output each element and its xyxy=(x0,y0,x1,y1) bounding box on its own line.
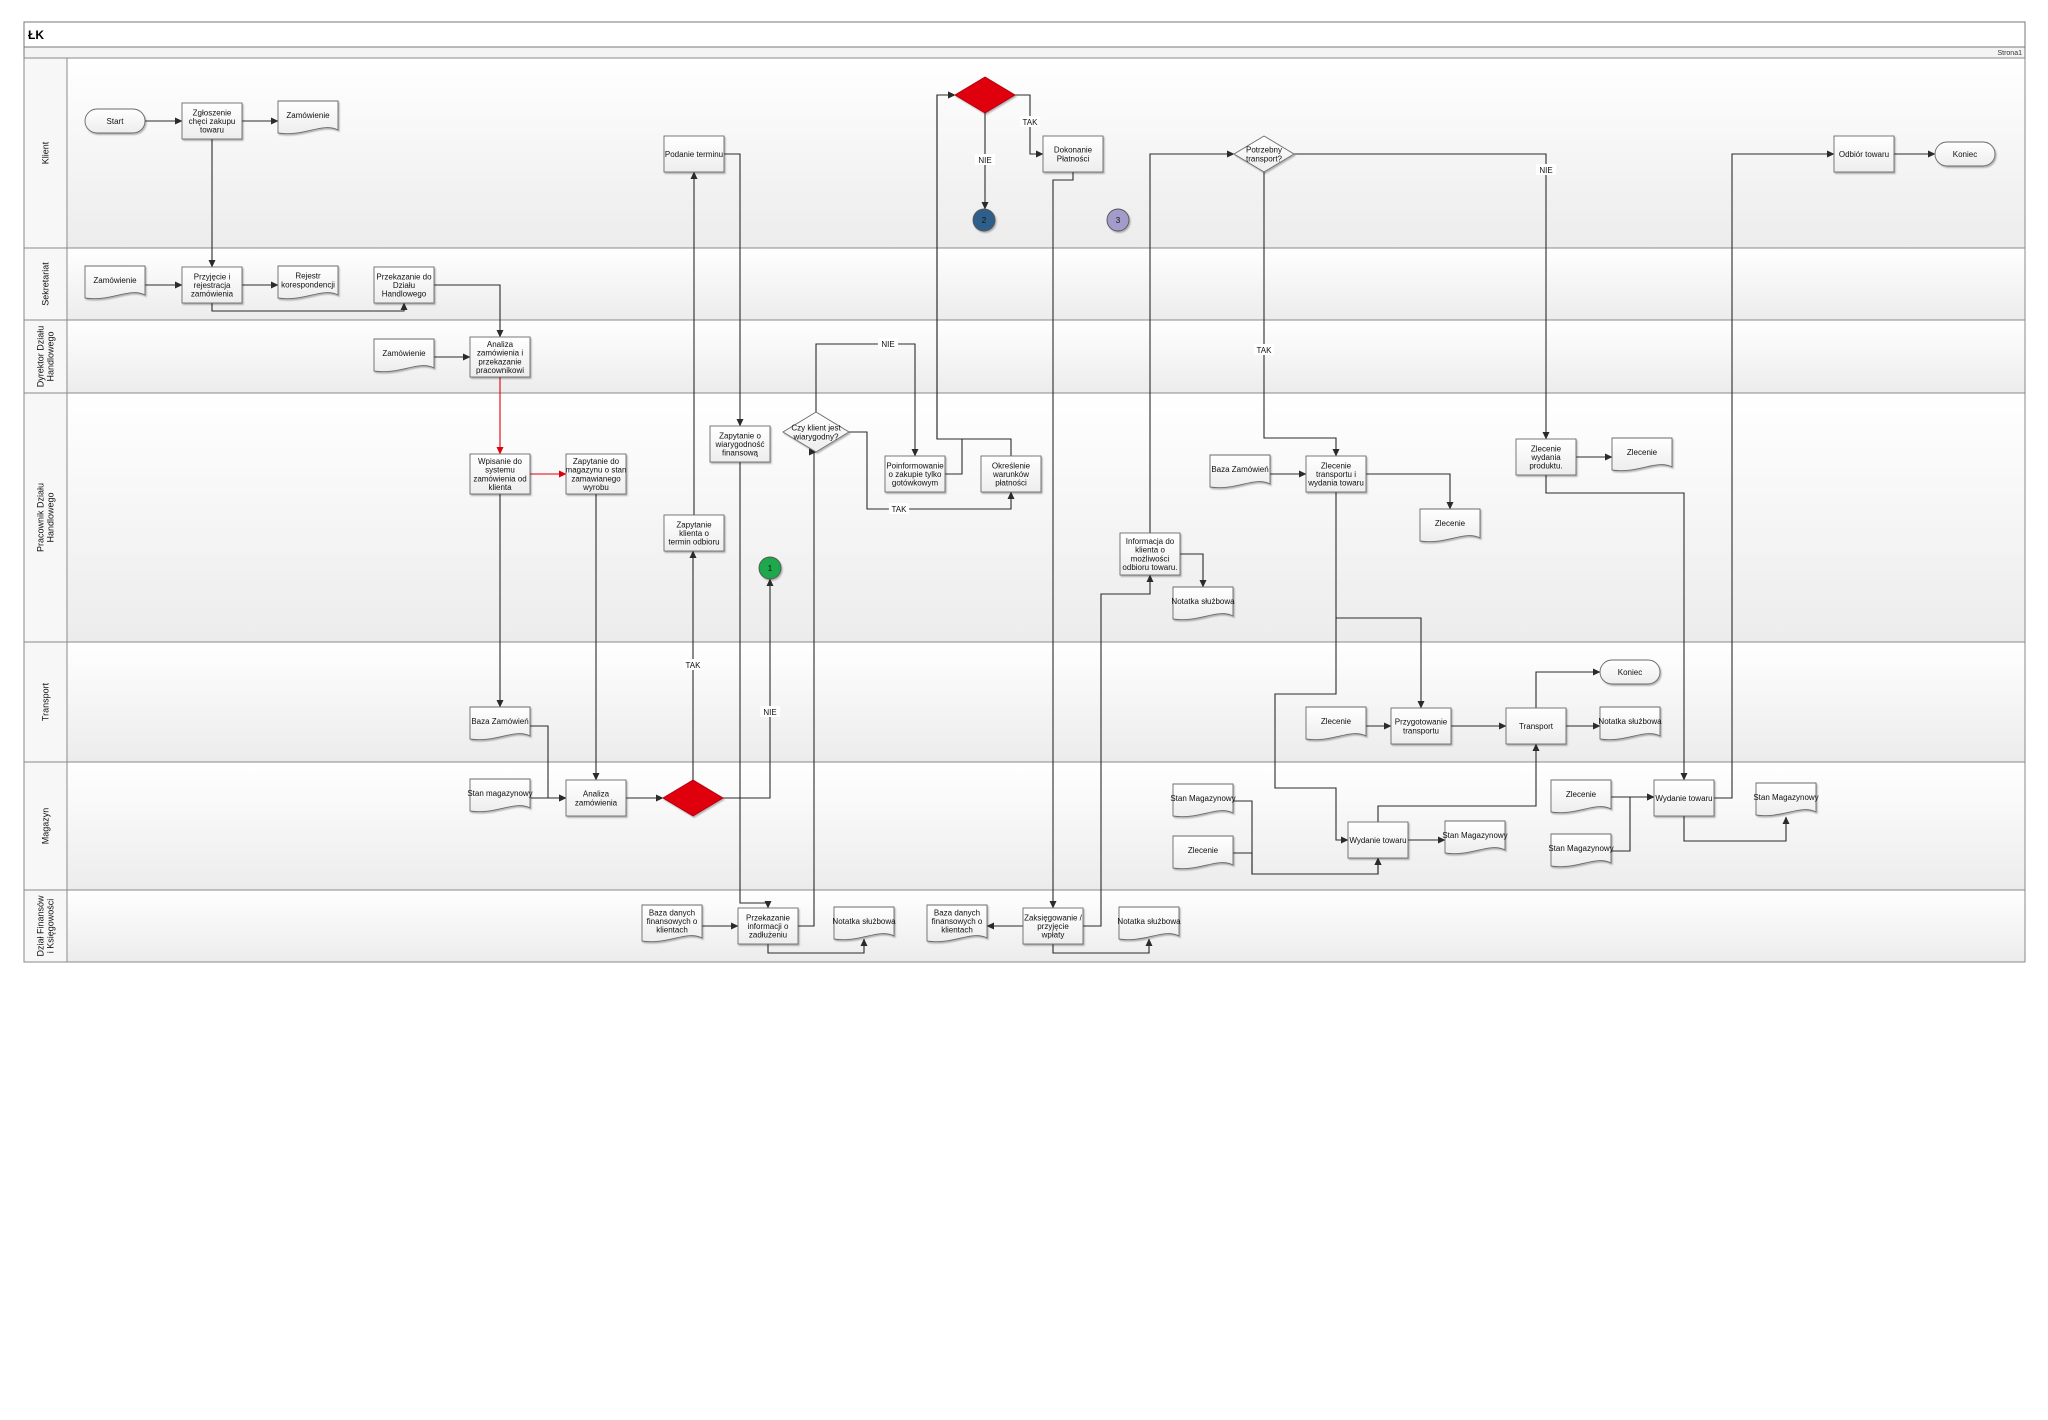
flowchart-canvas: ŁK Strona1 Klient Sekretariat Dyrektor Dzi… xyxy=(23,21,2026,963)
przekazanie-process-box: Przekazanie do Działu Handlowego xyxy=(373,266,435,304)
shape-label: 2 xyxy=(982,216,987,225)
shape-label: Stan magazynowy xyxy=(467,789,532,798)
swimlane-transport: Transport xyxy=(23,641,2026,763)
podanie-process-box: Podanie terminu xyxy=(663,135,725,173)
c3-connector: 3 xyxy=(1106,208,1130,232)
swimlane-label: Transport xyxy=(41,682,51,721)
shape-label: Zlecenie wydania produktu. xyxy=(1529,444,1562,470)
shape-label: Czy klient jest wiarygodny? xyxy=(791,424,841,442)
c2-connector: 2 xyxy=(972,208,996,232)
connector-label: TAK xyxy=(686,661,702,670)
zgloszenie-process-box: Zgłoszenie chęci zakupu towaru xyxy=(181,102,243,140)
page-label: Strona1 xyxy=(1997,50,2022,57)
shape-label: Notatka służbowa xyxy=(1117,917,1181,926)
shape-label: 3 xyxy=(1116,216,1121,225)
informacja-process-box: Informacja do klienta o możliwości odbioru … xyxy=(1119,532,1181,576)
shape-label: Stan Magazynowy xyxy=(1753,793,1818,802)
shape-label: Podanie terminu xyxy=(665,150,723,159)
shape-label: Stan Magazynowy xyxy=(1548,844,1613,853)
shape-label: Zlecenie xyxy=(1566,790,1597,799)
koniec1-terminator: Koniec xyxy=(1934,141,1996,167)
connector-label: NIE xyxy=(1539,166,1552,175)
przyjecie-process-box: Przyjęcie i rejestracja zamówienia xyxy=(181,266,243,304)
c1-connector: 1 xyxy=(758,556,782,580)
diagram-title: ŁK xyxy=(28,28,44,42)
shape-label: Baza Zamówień xyxy=(1211,465,1268,474)
shape-label: Zlecenie xyxy=(1188,846,1219,855)
shape-label: Stan Magazynowy xyxy=(1442,831,1507,840)
shape-label: Stan Magazynowy xyxy=(1170,794,1235,803)
swimlane-label: Magazyn xyxy=(41,808,51,845)
shape-label: Notatka służbowa xyxy=(1171,597,1235,606)
shape-label: Informacja do klienta o możliwości odbioru … xyxy=(1122,537,1177,572)
shape-label: Transport xyxy=(1519,722,1554,731)
shape-label: Zlecenie xyxy=(1435,519,1466,528)
zapytanie-mag-process-box: Zapytanie do magazynu o stan zamawianego wy… xyxy=(566,453,626,495)
shape-label: Wydanie towaru xyxy=(1655,794,1712,803)
shape-label: Zapytanie o wiarygodność finansową xyxy=(715,431,765,457)
shape-label: Zamówienie xyxy=(286,111,330,120)
zaksiegowanie-process-box: Zaksięgowanie / przyjęcie wpłaty xyxy=(1022,907,1084,945)
shape-label: Notatka służbowa xyxy=(832,917,896,926)
shape-label: Notatka służbowa xyxy=(1598,717,1662,726)
shape-label: Przekazanie informacji o zadłużeniu xyxy=(746,913,791,939)
swimlane-label: Klient xyxy=(41,141,51,164)
connector-label: TAK xyxy=(892,505,908,514)
connector-label: NIE xyxy=(763,708,776,717)
zlecenie-wyd-process-box: Zlecenie wydania produktu. xyxy=(1515,438,1577,476)
swimlane-klient: Klient xyxy=(23,57,2026,249)
swimlane-label: Dział Finansówi Księgowości xyxy=(36,895,56,957)
swimlanes: Klient Sekretariat Dyrektor DziałuHandlowe… xyxy=(23,57,2026,963)
shape-label: Poinformowanie o zakupie tylko gotówkowym xyxy=(886,461,944,487)
connector-label: NIE xyxy=(978,156,991,165)
przekazanie-inf-process-box: Przekazanie informacji o zadłużeniu xyxy=(737,907,799,945)
swimlane-dyrektor: Dyrektor DziałuHandlowego xyxy=(23,319,2026,394)
okreslenie-process-box: Określenie warunków płatności xyxy=(980,455,1042,493)
wydanie1-process-box: Wydanie towaru xyxy=(1347,821,1409,859)
swimlane-pracownik: Pracownik DziałuHandlowego xyxy=(23,392,2026,643)
connector-label: TAK xyxy=(1257,346,1273,355)
shape-label: Koniec xyxy=(1618,668,1642,677)
swimlane-label: Dyrektor DziałuHandlowego xyxy=(36,326,56,388)
wydanie2-process-box: Wydanie towaru xyxy=(1653,779,1715,817)
swimlane-label: Sekretariat xyxy=(41,262,51,306)
start-terminator: Start xyxy=(84,108,146,134)
shape-label: Zamówienie xyxy=(93,276,137,285)
shape-label: Wydanie towaru xyxy=(1349,836,1406,845)
transport-p-process-box: Transport xyxy=(1505,707,1567,745)
shape-label: Przyjęcie i rejestracja zamówienia xyxy=(191,272,234,298)
zapytanie-wiar-process-box: Zapytanie o wiarygodność finansową xyxy=(709,425,771,463)
zapytanie-klienta-process-box: Zapytanie klienta o termin odbioru xyxy=(663,514,725,552)
shape-label: Odbiór towaru xyxy=(1839,150,1889,159)
shape-label: Określenie warunków płatności xyxy=(992,461,1031,487)
koniec2-terminator: Koniec xyxy=(1599,659,1661,685)
shape-label: Koniec xyxy=(1953,150,1977,159)
dokonanie-process-box: Dokonanie Płatności xyxy=(1042,135,1104,173)
shape-label: Potrzebny transport? xyxy=(1246,146,1283,164)
zlecenie-tw-process-box: Zlecenie transportu i wydania towaru xyxy=(1305,455,1367,493)
analiza1-process-box: Analiza zamówienia i przekazanie pracowniko… xyxy=(469,336,531,378)
connector-label: NIE xyxy=(881,340,894,349)
shape-label: Baza Zamówień xyxy=(471,717,528,726)
swimlane-magazyn: Magazyn xyxy=(23,761,2026,891)
swimlane-label: Pracownik DziałuHandlowego xyxy=(36,483,56,552)
shape-label: Start xyxy=(107,117,125,126)
odbior-process-box: Odbiór towaru xyxy=(1833,135,1895,173)
przygotowanie-process-box: Przygotowanie transportu xyxy=(1390,707,1452,745)
shape-label: Zamówienie xyxy=(382,349,426,358)
analiza2-process-box: Analiza zamówienia xyxy=(565,779,627,817)
poinformowanie-process-box: Poinformowanie o zakupie tylko gotówkowym xyxy=(884,455,946,493)
shape-label: Zlecenie xyxy=(1627,448,1658,457)
connector-label: TAK xyxy=(1023,118,1039,127)
shape-label: Dokonanie Płatności xyxy=(1054,146,1093,164)
wpisanie-process-box: Wpisanie do systemu zamówienia od klienta xyxy=(469,453,531,495)
shape-label: Zlecenie xyxy=(1321,717,1352,726)
shape-label: 1 xyxy=(768,564,773,573)
diagram-header: ŁK Strona1 xyxy=(23,21,2026,59)
